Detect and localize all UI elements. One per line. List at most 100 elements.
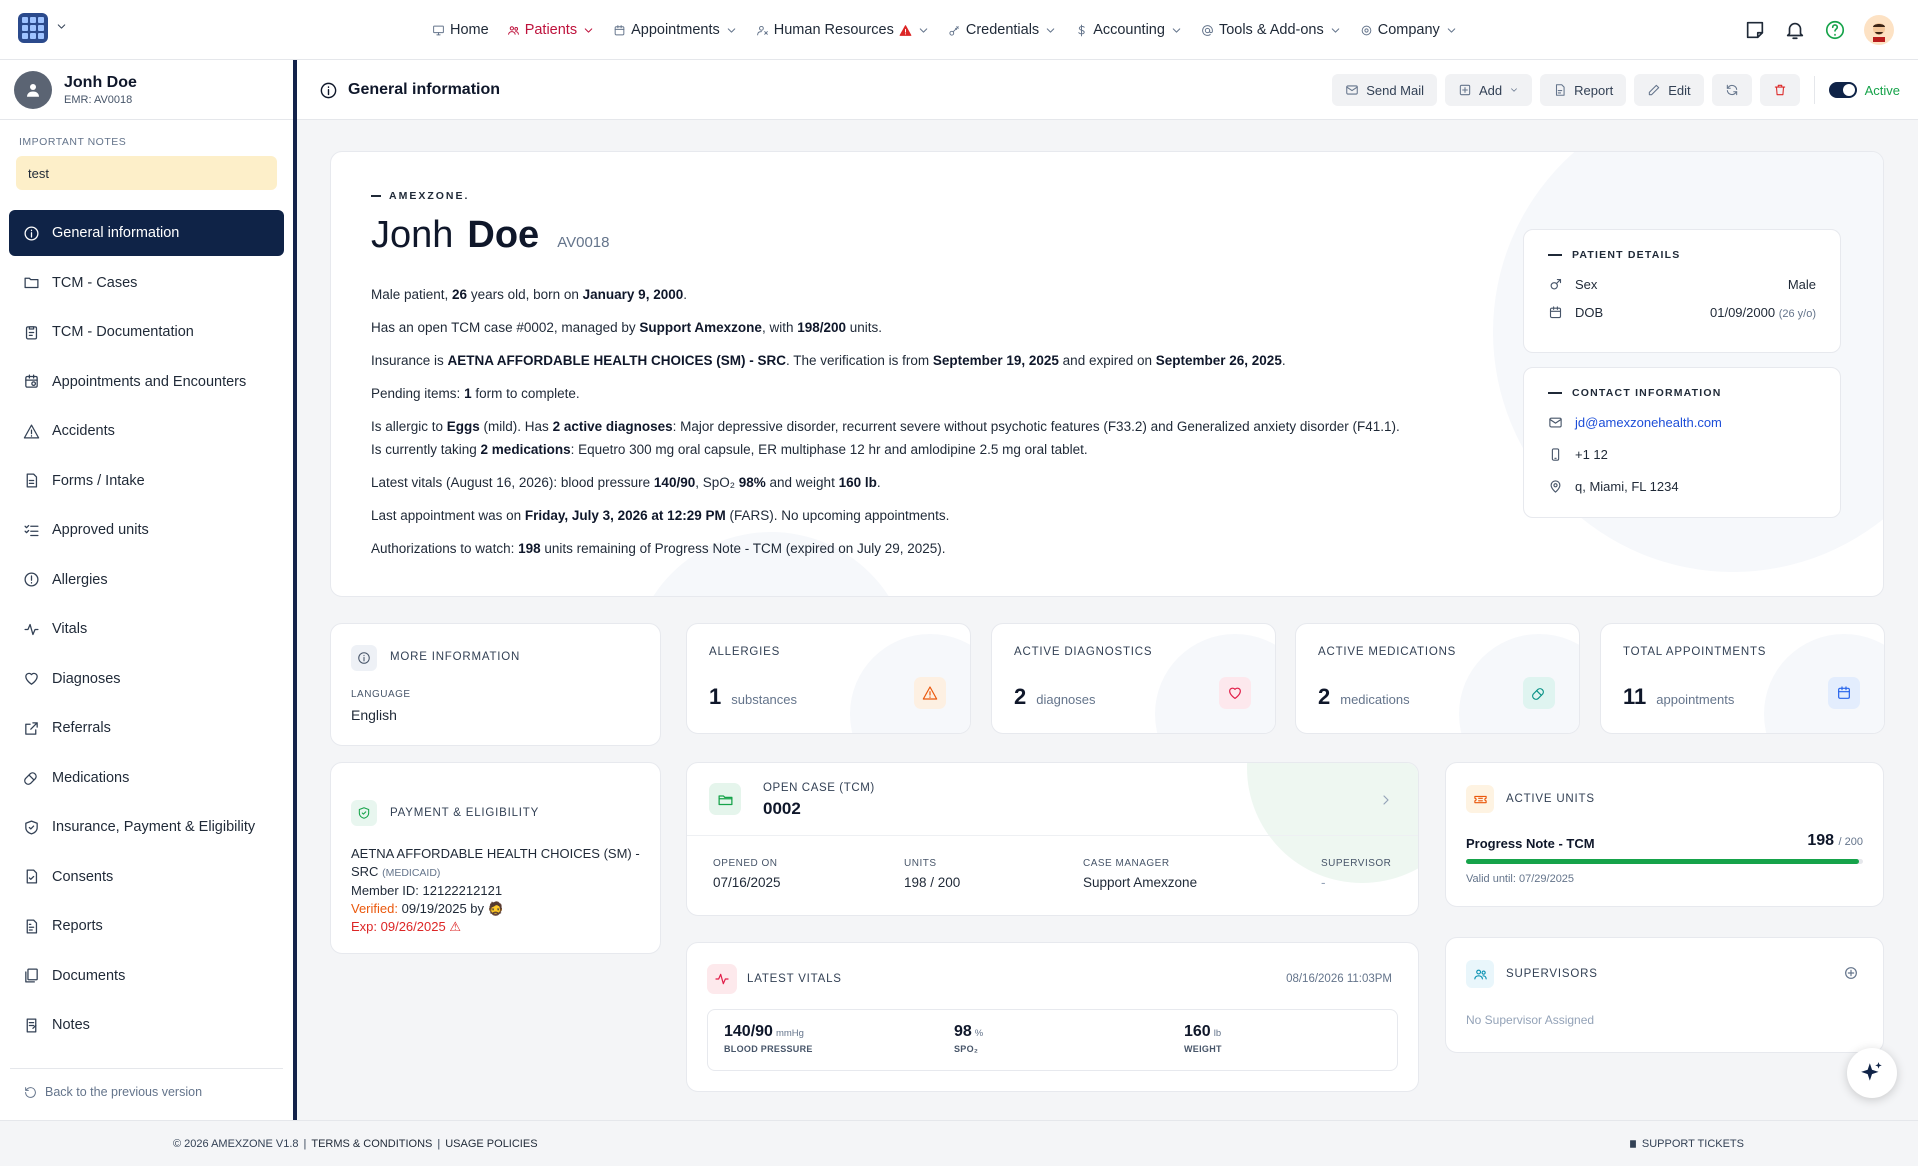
first-name: Jonh [371,214,454,256]
insurance-plan: AETNA AFFORDABLE HEALTH CHOICES (SM) - S… [351,845,641,882]
back-to-previous-version[interactable]: Back to the previous version [24,1085,202,1099]
vital-number: 140/90 [724,1023,773,1040]
sidebar-item-label: Consents [52,868,114,885]
sidebar-item-appointments-and-encounters[interactable]: Appointments and Encounters [9,359,284,405]
report-icon [26,918,38,934]
sidebar-item-insurance-payment-eligibility[interactable]: Insurance, Payment & Eligibility [9,804,284,850]
sidebar-item-medications[interactable]: Medications [9,755,284,801]
summary-line: Pending items: 1 form to complete. [371,385,1451,418]
sidebar-item-forms-intake[interactable]: Forms / Intake [9,458,284,504]
delete-button[interactable] [1759,74,1800,106]
allergies-stat-card[interactable]: ALLERGIES 1 substances [686,623,971,734]
nav-tools[interactable]: Tools & Add-ons [1201,22,1342,38]
sticky-note-icon[interactable] [1744,19,1766,41]
nav-company[interactable]: Company [1360,22,1458,38]
documents-icon [25,968,38,983]
plan-type: (MEDICAID) [382,867,441,879]
vital-unit: mmHg [775,1028,804,1039]
chevron-down-icon [1511,88,1518,92]
expiration-text: Exp: 09/26/2025 [351,919,446,934]
edit-button[interactable]: Edit [1634,74,1704,106]
medications-stat-card[interactable]: ACTIVE MEDICATIONS 2 medications [1295,623,1580,734]
sidebar-item-diagnoses[interactable]: Diagnoses [9,656,284,702]
sidebar-item-notes[interactable]: Notes [9,1002,284,1048]
chevron-right-icon[interactable] [1378,792,1394,808]
email-link[interactable]: jd@amexzonehealth.com [1575,415,1722,430]
report-button[interactable]: Report [1540,74,1627,106]
divider [687,835,1418,836]
nav-label: Human Resources [773,22,894,38]
refresh-button[interactable] [1711,74,1752,106]
important-notes[interactable]: test [16,156,277,190]
appointments-stat-card[interactable]: TOTAL APPOINTMENTS 11 appointments [1600,623,1885,734]
sidebar-item-consents[interactable]: Consents [9,854,284,900]
stat-value: 1 substances [709,684,797,710]
empty-state: No Supervisor Assigned [1466,1013,1595,1027]
app-logo[interactable] [18,13,48,43]
summary-text-segment: Is allergic to [371,419,447,434]
diagnostics-stat-card[interactable]: ACTIVE DIAGNOSTICS 2 diagnoses [991,623,1276,734]
user-avatar[interactable] [1864,15,1894,45]
patient-emr: EMR: AV0018 [64,93,133,106]
male-icon [1550,278,1562,290]
sidebar-item-referrals[interactable]: Referrals [9,705,284,751]
vital-label: BLOOD PRESSURE [724,1044,813,1054]
dollar-icon [1078,24,1085,36]
pulse-icon [24,623,39,635]
summary-text-segment: Has an open TCM case #0002, managed by [371,320,640,335]
sidebar-item-reports[interactable]: Reports [9,903,284,949]
open-case-card[interactable]: OPEN CASE (TCM) 0002 OPENED ON 07/16/202… [686,762,1419,916]
ai-assistant-button[interactable] [1847,1048,1897,1098]
divider [10,1068,283,1069]
at-icon [1202,24,1213,36]
patient-name: Jonh Doe [64,73,137,91]
sidebar-item-vitals[interactable]: Vitals [9,606,284,652]
unit-value: 198 / 200 [1807,832,1863,850]
case-manager: CASE MANAGER Support Amexzone [1083,858,1197,890]
add-circle-icon[interactable] [1843,965,1859,981]
stat-label: ACTIVE DIAGNOSTICS [1014,646,1153,658]
person-icon [27,83,39,97]
payment-details: AETNA AFFORDABLE HEALTH CHOICES (SM) - S… [351,845,641,936]
vital-number: 160 [1184,1023,1211,1040]
usage-policies-link[interactable]: USAGE POLICIES [445,1138,537,1150]
sidebar-item-tcm-cases[interactable]: TCM - Cases [9,260,284,306]
nav-credentials[interactable]: Credentials [948,22,1057,38]
sidebar-item-label: Medications [52,769,130,786]
active-toggle[interactable] [1828,82,1857,98]
clipboard-icon [25,325,38,340]
nav-home[interactable]: Home [432,22,489,38]
section-title: CONTACT INFORMATION [1548,387,1722,399]
nav-appointments[interactable]: Appointments [613,22,738,38]
summary-highlight: 1 [464,386,472,401]
unit-total: / 200 [1838,836,1863,848]
sidebar-item-tcm-documentation[interactable]: TCM - Documentation [9,309,284,355]
verifier-avatar: 🧔 [487,901,504,916]
decoration [1155,634,1275,733]
warning-icon [922,686,938,700]
bell-icon[interactable] [1784,19,1806,41]
page-title: General information [319,60,500,120]
key-icon [949,25,959,36]
sidebar-item-accidents[interactable]: Accidents [9,408,284,454]
add-button[interactable]: Add [1445,74,1533,106]
nav-patients[interactable]: Patients [507,22,595,38]
field-value: 07/16/2025 [713,875,781,890]
support-tickets-link[interactable]: SUPPORT TICKETS [1628,1138,1744,1150]
terms-link[interactable]: TERMS & CONDITIONS [311,1138,432,1150]
chevron-down-icon[interactable] [55,20,68,33]
nav-accounting[interactable]: Accounting [1075,22,1183,38]
summary-highlight: 160 lb [838,475,877,490]
sidebar-item-general-information[interactable]: General information [9,210,284,256]
sidebar-item-approved-units[interactable]: Approved units [9,507,284,553]
mail-icon [1549,417,1562,428]
stat-number: 2 [1318,684,1331,709]
chevron-down-icon [1447,27,1456,33]
phone-row: +1 12 [1548,447,1816,462]
sidebar-item-allergies[interactable]: Allergies [9,557,284,603]
send-mail-button[interactable]: Send Mail [1332,74,1438,106]
sidebar-item-documents[interactable]: Documents [9,953,284,999]
nav-human-resources[interactable]: Human Resources [756,22,930,38]
help-icon[interactable] [1824,19,1846,41]
summary-text-segment: : Major depressive disorder, recurrent s… [672,419,1400,434]
